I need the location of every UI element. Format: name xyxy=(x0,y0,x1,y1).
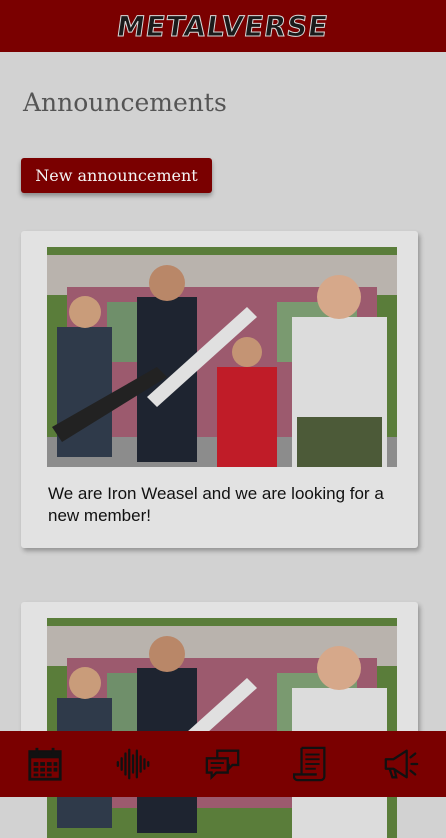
scroll-icon xyxy=(293,746,326,782)
nav-documents[interactable] xyxy=(290,742,334,786)
nav-calendar[interactable] xyxy=(23,742,67,786)
announcement-card[interactable]: We are Iron Weasel and we are looking fo… xyxy=(21,231,418,548)
nav-music[interactable] xyxy=(112,742,156,786)
megaphone-icon xyxy=(385,749,419,779)
chat-bubbles-icon xyxy=(205,749,240,781)
new-announcement-button[interactable]: New announcement xyxy=(21,158,212,193)
bottom-nav xyxy=(0,731,446,797)
announcement-text: We are Iron Weasel and we are looking fo… xyxy=(48,484,384,525)
page-title: Announcements xyxy=(23,88,227,117)
sound-wave-icon xyxy=(116,748,150,780)
band-photo xyxy=(47,618,397,838)
nav-chat[interactable] xyxy=(201,742,245,786)
calendar-icon xyxy=(27,747,62,781)
nav-announcements[interactable] xyxy=(379,742,423,786)
band-photo xyxy=(47,247,397,467)
app-logo[interactable]: Metalverse xyxy=(115,9,332,43)
top-bar: Metalverse xyxy=(0,0,446,52)
